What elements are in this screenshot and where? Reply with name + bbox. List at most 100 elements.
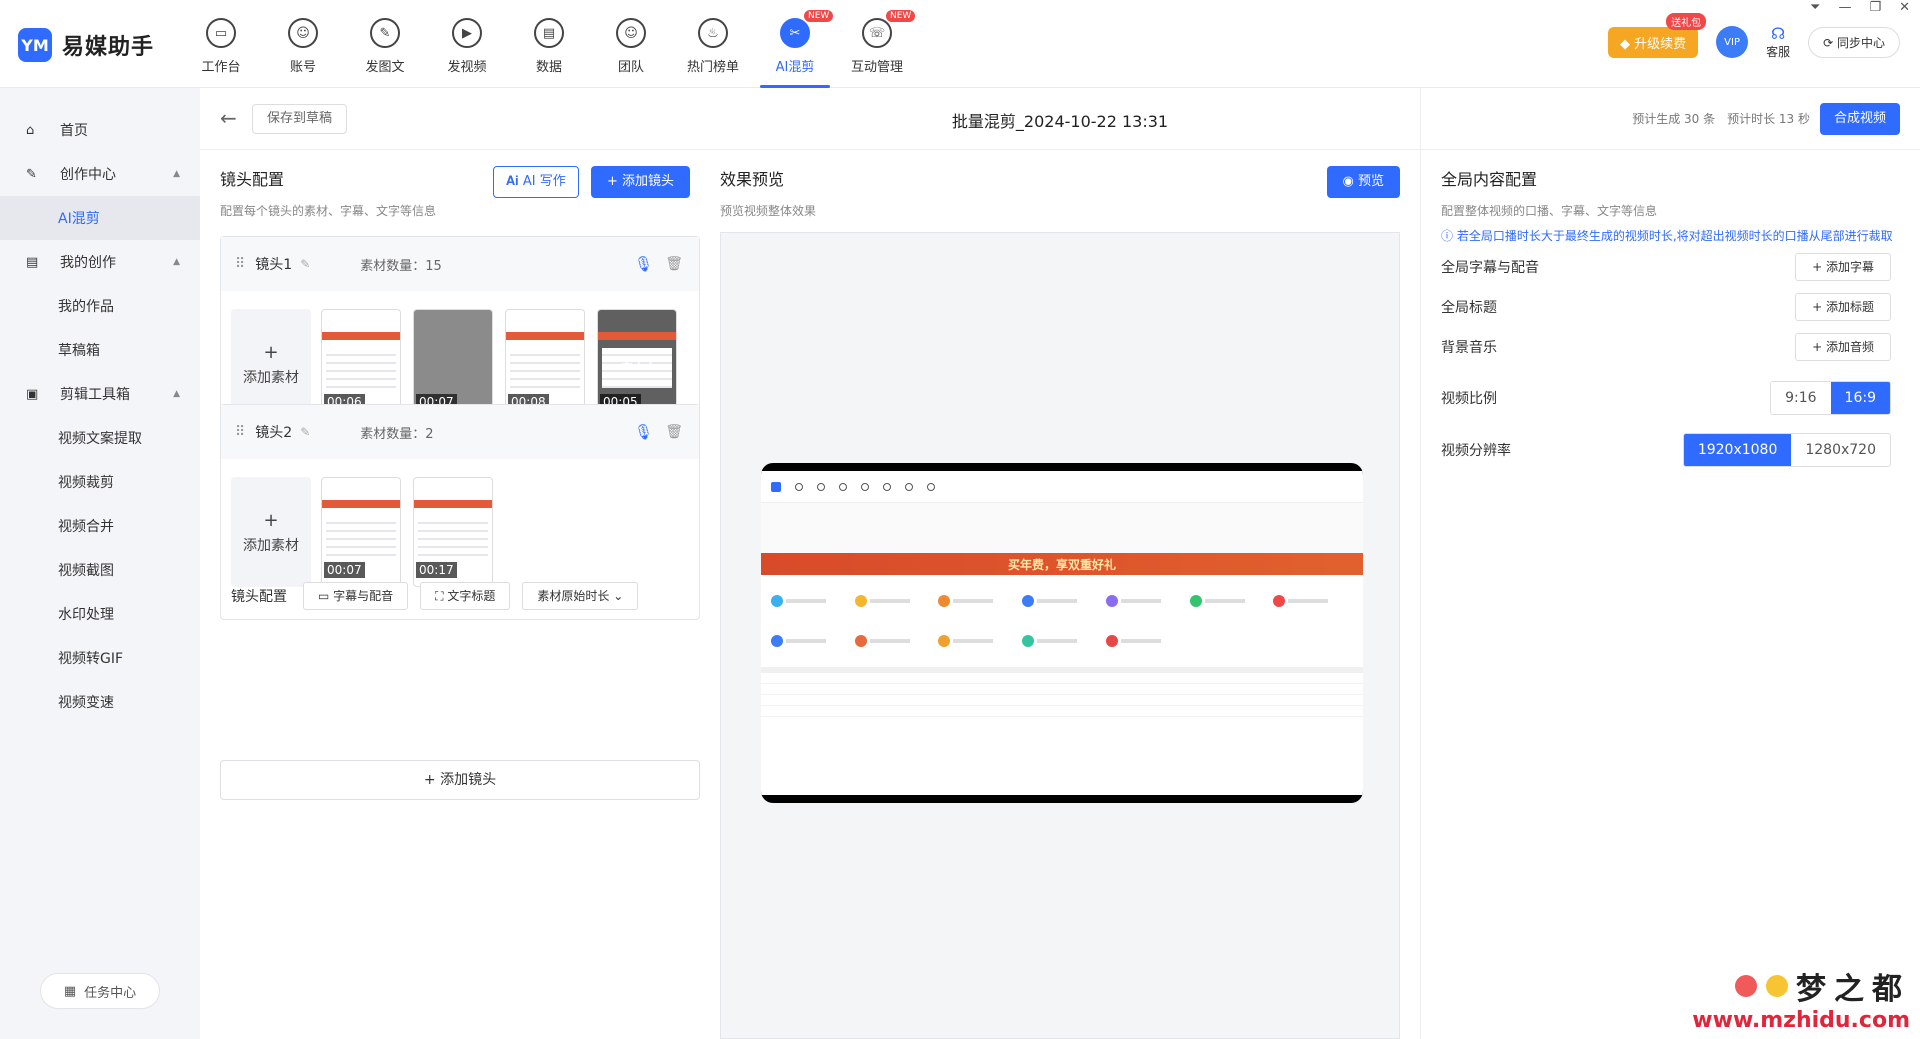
resolution-1920-option[interactable]: 1920x1080 (1683, 434, 1792, 466)
video-feature-item (771, 583, 851, 619)
shot-config-panel: 镜头配置 配置每个镜头的素材、字幕、文字等信息 𝐀𝐢 AI 写作 + 添加镜头 (220, 166, 700, 219)
edit-icon[interactable]: ✎ (300, 425, 310, 439)
nav-item-6[interactable]: ♨ 热门榜单 (672, 0, 754, 88)
thumb-banner (322, 500, 400, 508)
team-icon: ☺ (616, 18, 646, 48)
add-shot-button[interactable]: + 添加镜头 (591, 166, 691, 198)
new-badge: NEW (804, 10, 834, 22)
minimize-icon[interactable]: — (1838, 0, 1851, 15)
global-config-panel: 全局内容配置 配置整体视频的口播、字幕、文字等信息 ⓘ 若全局口播时长大于最终生… (1420, 88, 1920, 1039)
duration-select[interactable]: 素材原始时长 ⌄ (522, 582, 639, 610)
workbench-icon: ▭ (206, 18, 236, 48)
video-app-bar (761, 471, 1363, 503)
microphone-icon[interactable]: 🎙 (634, 255, 653, 273)
sync-center-button[interactable]: ⟳ 同步中心 (1808, 26, 1900, 58)
ratio-9-16-option[interactable]: 9:16 (1771, 382, 1831, 414)
material-thumbnail[interactable]: 00:07 (413, 309, 493, 419)
post-video-icon: ▶ (452, 18, 482, 48)
task-center-label: 任务中心 (84, 985, 137, 1001)
top-right-actions: ◆ 升级续费 送礼包 VIP ☊ 客服 ⟳ 同步中心 (1607, 12, 1900, 60)
task-center-button[interactable]: ▦ 任务中心 (40, 973, 160, 1009)
video-feature-item (1105, 583, 1186, 619)
subtitle-voice-label: 字幕与配音 (333, 589, 394, 603)
sidebar-item-tool-2[interactable]: 视频合并 (0, 504, 200, 548)
nav-item-3[interactable]: ▶ 发视频 (426, 0, 508, 88)
nav-label: 发视频 (447, 60, 487, 75)
add-subtitle-button[interactable]: + 添加字幕 (1795, 253, 1891, 281)
task-icon: ▦ (63, 983, 77, 999)
eye-icon: ◉ (1342, 174, 1358, 189)
sidebar-item-ai-mix[interactable]: AI混剪 (0, 196, 200, 240)
material-thumbnail[interactable]: +12 00:05 (597, 309, 677, 419)
sidebar-item-my-works[interactable]: 我的作品 (0, 284, 200, 328)
preview-button[interactable]: ◉ 预览 (1326, 166, 1400, 198)
material-thumbnail[interactable]: 00:07 (321, 477, 401, 587)
nav-item-4[interactable]: ▤ 数据 (508, 0, 590, 88)
upgrade-button[interactable]: ◆ 升级续费 送礼包 (1607, 12, 1707, 58)
sidebar-item-tool-6[interactable]: 视频变速 (0, 680, 200, 724)
restore-icon[interactable]: ❐ (1869, 0, 1881, 15)
menu-icon[interactable]: ⏷ (1810, 0, 1820, 15)
caret-up-icon: ▲ (173, 257, 180, 267)
text-title-button[interactable]: ⛶ 文字标题 (420, 582, 511, 610)
close-icon[interactable]: ✕ (1899, 0, 1910, 15)
post-article-icon: ✎ (370, 18, 400, 48)
ratio-row: 视频比例 9:16 16:9 (1441, 381, 1901, 415)
add-shot-bottom-button[interactable]: + 添加镜头 (220, 760, 700, 800)
sidebar-item-my-creation[interactable]: ▤ 我的创作 ▲ (0, 240, 200, 284)
add-audio-button[interactable]: + 添加音频 (1795, 333, 1891, 361)
material-thumbnail[interactable]: 00:08 (505, 309, 585, 419)
note-text: 若全局口播时长大于最终生成的视频时长,将对超出视频时长的口播从尾部进行裁取 (1456, 229, 1893, 243)
trash-icon[interactable]: 🗑 (665, 256, 683, 272)
shot-footer: 镜头配置▭ 字幕与配音⛶ 文字标题素材原始时长 ⌄ (221, 573, 699, 619)
sidebar-item-tool-0[interactable]: 视频文案提取 (0, 416, 200, 460)
sidebar-item-tool-3[interactable]: 视频截图 (0, 548, 200, 592)
add-title-button[interactable]: + 添加标题 (1795, 293, 1891, 321)
sidebar-item-home[interactable]: ⌂ 首页 (0, 108, 200, 152)
sidebar-item-tool-5[interactable]: 视频转GIF (0, 636, 200, 680)
top-bar: YM 易媒助手 ▭ 工作台 ☺ 账号 ✎ 发图文 ▶ 发视频 ▤ 数据 ☺ 团队 ♨ 热门榜单 ✂ AI混剪 N… (0, 0, 1920, 88)
shot-header: ⠿ 镜头1 ✎ 素材数量：15 🎙 🗑 (221, 237, 699, 291)
ai-mix-icon: ✂ (780, 18, 810, 48)
add-material-label: 添加素材 (243, 537, 299, 554)
video-feature-item (771, 623, 851, 659)
sidebar-item-drafts[interactable]: 草稿箱 (0, 328, 200, 372)
material-thumbnail[interactable]: 00:06 (321, 309, 401, 419)
subtitle-voice-button[interactable]: ▭ 字幕与配音 (303, 582, 409, 610)
resolution-1280-option[interactable]: 1280x720 (1791, 434, 1890, 466)
nav-item-2[interactable]: ✎ 发图文 (344, 0, 426, 88)
avatar[interactable]: VIP (1716, 26, 1749, 58)
nav-item-5[interactable]: ☺ 团队 (590, 0, 672, 88)
app-logo[interactable]: YM 易媒助手 (18, 28, 154, 62)
microphone-icon[interactable]: 🎙 (634, 423, 653, 441)
sidebar-item-create-center[interactable]: ✎ 创作中心 ▲ (0, 152, 200, 196)
ai-icon: 𝐀𝐢 (506, 174, 523, 189)
trash-icon[interactable]: 🗑 (665, 424, 683, 440)
sidebar-item-toolbox[interactable]: ▣ 剪辑工具箱 ▲ (0, 372, 200, 416)
feature-dot-icon (854, 635, 867, 647)
ratio-16-9-option[interactable]: 16:9 (1830, 382, 1890, 414)
feature-dot-icon (1273, 595, 1286, 607)
document-icon: ▤ (26, 254, 39, 270)
add-material-button[interactable]: + 添加素材 (231, 309, 311, 419)
nav-item-1[interactable]: ☺ 账号 (262, 0, 344, 88)
resolution-row: 视频分辨率 1920x1080 1280x720 (1441, 433, 1901, 467)
nav-item-8[interactable]: ☏ 互动管理 NEW (836, 0, 918, 88)
nav-item-7[interactable]: ✂ AI混剪 NEW (754, 0, 836, 88)
material-thumbnail[interactable]: 00:17 (413, 477, 493, 587)
thumb-content (418, 516, 488, 556)
drag-handle-icon[interactable]: ⠿ (235, 424, 245, 440)
add-material-button[interactable]: + 添加素材 (231, 477, 311, 587)
video-nav-icon (883, 482, 891, 491)
sidebar-item-tool-1[interactable]: 视频裁剪 (0, 460, 200, 504)
customer-service-button[interactable]: ☊ 客服 (1766, 24, 1790, 60)
edit-icon[interactable]: ✎ (300, 257, 310, 271)
sidebar-item-tool-4[interactable]: 水印处理 (0, 592, 200, 636)
nav-label: 账号 (289, 60, 316, 75)
material-count: 素材数量：15 (360, 258, 442, 274)
nav-item-0[interactable]: ▭ 工作台 (180, 0, 262, 88)
video-preview[interactable]: 买年费，享双重好礼 (761, 463, 1363, 803)
drag-handle-icon[interactable]: ⠿ (235, 256, 245, 272)
feature-line (953, 639, 994, 643)
ai-write-button[interactable]: 𝐀𝐢 AI 写作 (493, 166, 579, 198)
